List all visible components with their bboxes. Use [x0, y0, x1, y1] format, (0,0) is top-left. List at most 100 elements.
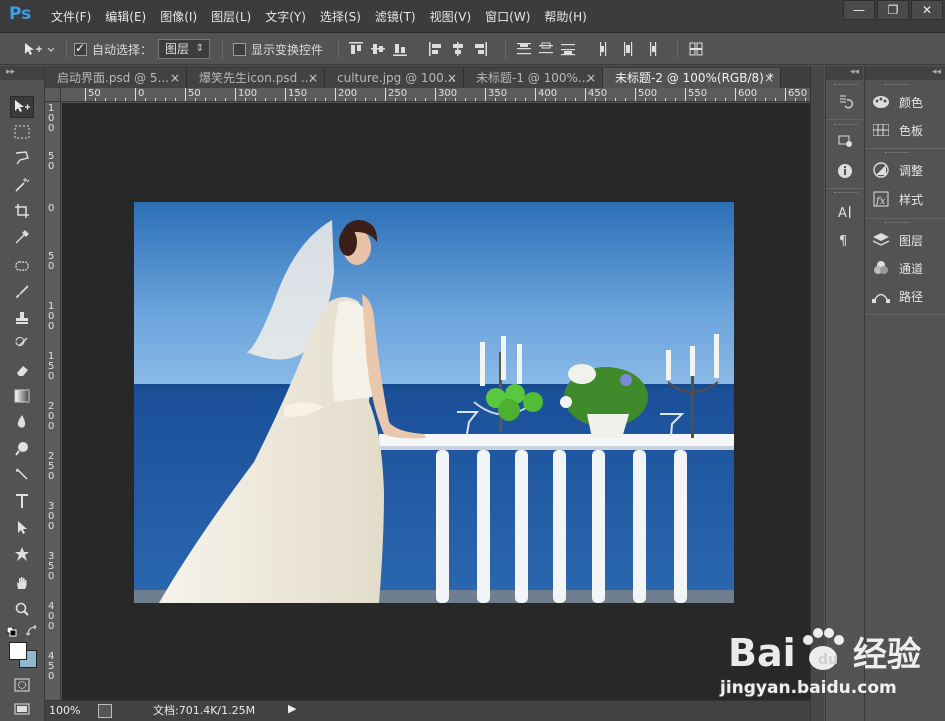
- auto-select-checkbox[interactable]: [74, 41, 87, 56]
- hand-tool[interactable]: [10, 572, 34, 594]
- ruler-label: 0: [48, 203, 55, 214]
- align-hcenter-icon[interactable]: [450, 41, 466, 57]
- panel-grip[interactable]: [834, 84, 858, 86]
- paragraph-panel-button[interactable]: ¶: [834, 229, 856, 251]
- menu-help[interactable]: 帮助(H): [537, 8, 593, 25]
- distribute-right-icon[interactable]: [642, 41, 658, 57]
- menu-image[interactable]: 图像(I): [153, 8, 204, 25]
- screen-mode-icon: [14, 703, 30, 715]
- menu-type[interactable]: 文字(Y): [258, 8, 313, 25]
- magic-wand-tool[interactable]: [10, 174, 34, 196]
- swatches-icon: [871, 121, 891, 139]
- paths-panel-button[interactable]: 路径: [871, 285, 923, 307]
- swatches-panel-button[interactable]: 色板: [871, 119, 923, 141]
- move-tool-preset[interactable]: [22, 33, 54, 65]
- dodge-icon: [15, 442, 28, 456]
- character-panel-button[interactable]: A: [834, 201, 856, 223]
- zoom-tool[interactable]: [10, 598, 34, 620]
- distribute-bottom-icon[interactable]: [560, 41, 576, 57]
- window-controls: — ❐ ✕: [841, 0, 943, 20]
- ruler-label: 500: [638, 88, 658, 99]
- dock-collapse[interactable]: ◂◂: [865, 66, 945, 80]
- tab-untitled-1[interactable]: 未标题-1 @ 100%... ×: [464, 68, 603, 88]
- path-selection-tool[interactable]: [10, 517, 34, 539]
- auto-select-target-select[interactable]: 图层: [158, 39, 211, 59]
- pen-tool[interactable]: [10, 464, 34, 486]
- status-menu-arrow[interactable]: ▶: [288, 702, 296, 715]
- panel-grip[interactable]: [885, 84, 909, 86]
- tab-untitled-2[interactable]: 未标题-2 @ 100%(RGB/8) * ×: [603, 68, 781, 88]
- styles-panel-button[interactable]: fx 样式: [871, 188, 923, 210]
- menu-window[interactable]: 窗口(W): [478, 8, 537, 25]
- tab-close-icon[interactable]: ×: [586, 68, 596, 88]
- minimize-button[interactable]: —: [843, 0, 875, 20]
- brush-tool[interactable]: [10, 281, 34, 303]
- color-panel-button[interactable]: 颜色: [871, 91, 923, 113]
- distribute-vcenter-icon[interactable]: [538, 41, 554, 57]
- align-right-icon[interactable]: [472, 41, 488, 57]
- tab-startup-psd[interactable]: 启动界面.psd @ 5... ×: [45, 68, 187, 88]
- swap-colors-icon[interactable]: [25, 624, 38, 640]
- tab-culture-jpg[interactable]: culture.jpg @ 100... ×: [325, 68, 464, 88]
- align-vcenter-icon[interactable]: [370, 41, 386, 57]
- menu-select[interactable]: 选择(S): [313, 8, 368, 25]
- panel-grip[interactable]: [885, 222, 909, 224]
- menu-edit[interactable]: 编辑(E): [98, 8, 153, 25]
- document-info-icon[interactable]: [98, 704, 112, 718]
- ruler-label: 200: [48, 401, 55, 432]
- adjustments-panel-button[interactable]: 调整: [871, 159, 923, 181]
- auto-align-icon[interactable]: [688, 41, 704, 57]
- menu-filter[interactable]: 滤镜(T): [368, 8, 423, 25]
- tools-panel-collapse[interactable]: ▸▸: [0, 66, 44, 80]
- align-top-icon[interactable]: [348, 41, 364, 57]
- blur-tool[interactable]: [10, 411, 34, 433]
- show-transform-checkbox[interactable]: [233, 42, 246, 56]
- history-brush-tool[interactable]: [10, 333, 34, 355]
- marquee-tool[interactable]: [10, 121, 34, 143]
- restore-button[interactable]: ❐: [877, 0, 909, 20]
- gradient-tool[interactable]: [10, 385, 34, 407]
- tab-close-icon[interactable]: ×: [170, 68, 180, 88]
- tab-close-icon[interactable]: ×: [447, 68, 457, 88]
- layers-panel-button[interactable]: 图层: [871, 229, 923, 251]
- foreground-color-swatch[interactable]: [9, 642, 27, 660]
- tab-icon-psd[interactable]: 爆笑先生icon.psd ... ×: [187, 68, 325, 88]
- dock-collapse[interactable]: ◂◂: [826, 66, 863, 80]
- default-colors-icon[interactable]: [6, 626, 19, 640]
- menu-layer[interactable]: 图层(L): [204, 8, 258, 25]
- lasso-tool[interactable]: [10, 147, 34, 169]
- close-button[interactable]: ✕: [911, 0, 943, 20]
- panel-grip[interactable]: [834, 124, 858, 126]
- distribute-left-icon[interactable]: [598, 41, 614, 57]
- eyedropper-tool[interactable]: [10, 226, 34, 248]
- ruler-origin[interactable]: [45, 88, 61, 102]
- screen-mode-button[interactable]: [10, 698, 34, 720]
- menu-file[interactable]: 文件(F): [44, 8, 98, 25]
- dodge-tool[interactable]: [10, 437, 34, 459]
- align-left-icon[interactable]: [428, 41, 444, 57]
- adjustments-panel-label: 调整: [899, 163, 924, 178]
- tab-close-icon[interactable]: ×: [308, 68, 318, 88]
- menu-view[interactable]: 视图(V): [423, 8, 479, 25]
- move-tool[interactable]: [10, 96, 34, 118]
- crop-tool[interactable]: [10, 200, 34, 222]
- shape-tool[interactable]: [10, 543, 34, 565]
- clone-stamp-tool[interactable]: [10, 307, 34, 329]
- channels-panel-button[interactable]: 通道: [871, 257, 923, 279]
- path-select-icon: [18, 521, 27, 534]
- properties-panel-button[interactable]: [834, 130, 856, 152]
- zoom-level[interactable]: 100%: [49, 701, 91, 721]
- distribute-hcenter-icon[interactable]: [620, 41, 636, 57]
- type-tool[interactable]: [10, 490, 34, 512]
- document-canvas[interactable]: [134, 202, 734, 603]
- info-panel-button[interactable]: [834, 160, 856, 182]
- distribute-top-icon[interactable]: [516, 41, 532, 57]
- healing-brush-tool[interactable]: [10, 255, 34, 277]
- quick-mask-button[interactable]: [10, 674, 34, 696]
- tab-close-icon[interactable]: ×: [764, 68, 774, 88]
- eraser-tool[interactable]: [10, 359, 34, 381]
- align-bottom-icon[interactable]: [392, 41, 408, 57]
- panel-grip[interactable]: [834, 192, 858, 194]
- history-panel-button[interactable]: [834, 91, 856, 113]
- panel-grip[interactable]: [885, 152, 909, 154]
